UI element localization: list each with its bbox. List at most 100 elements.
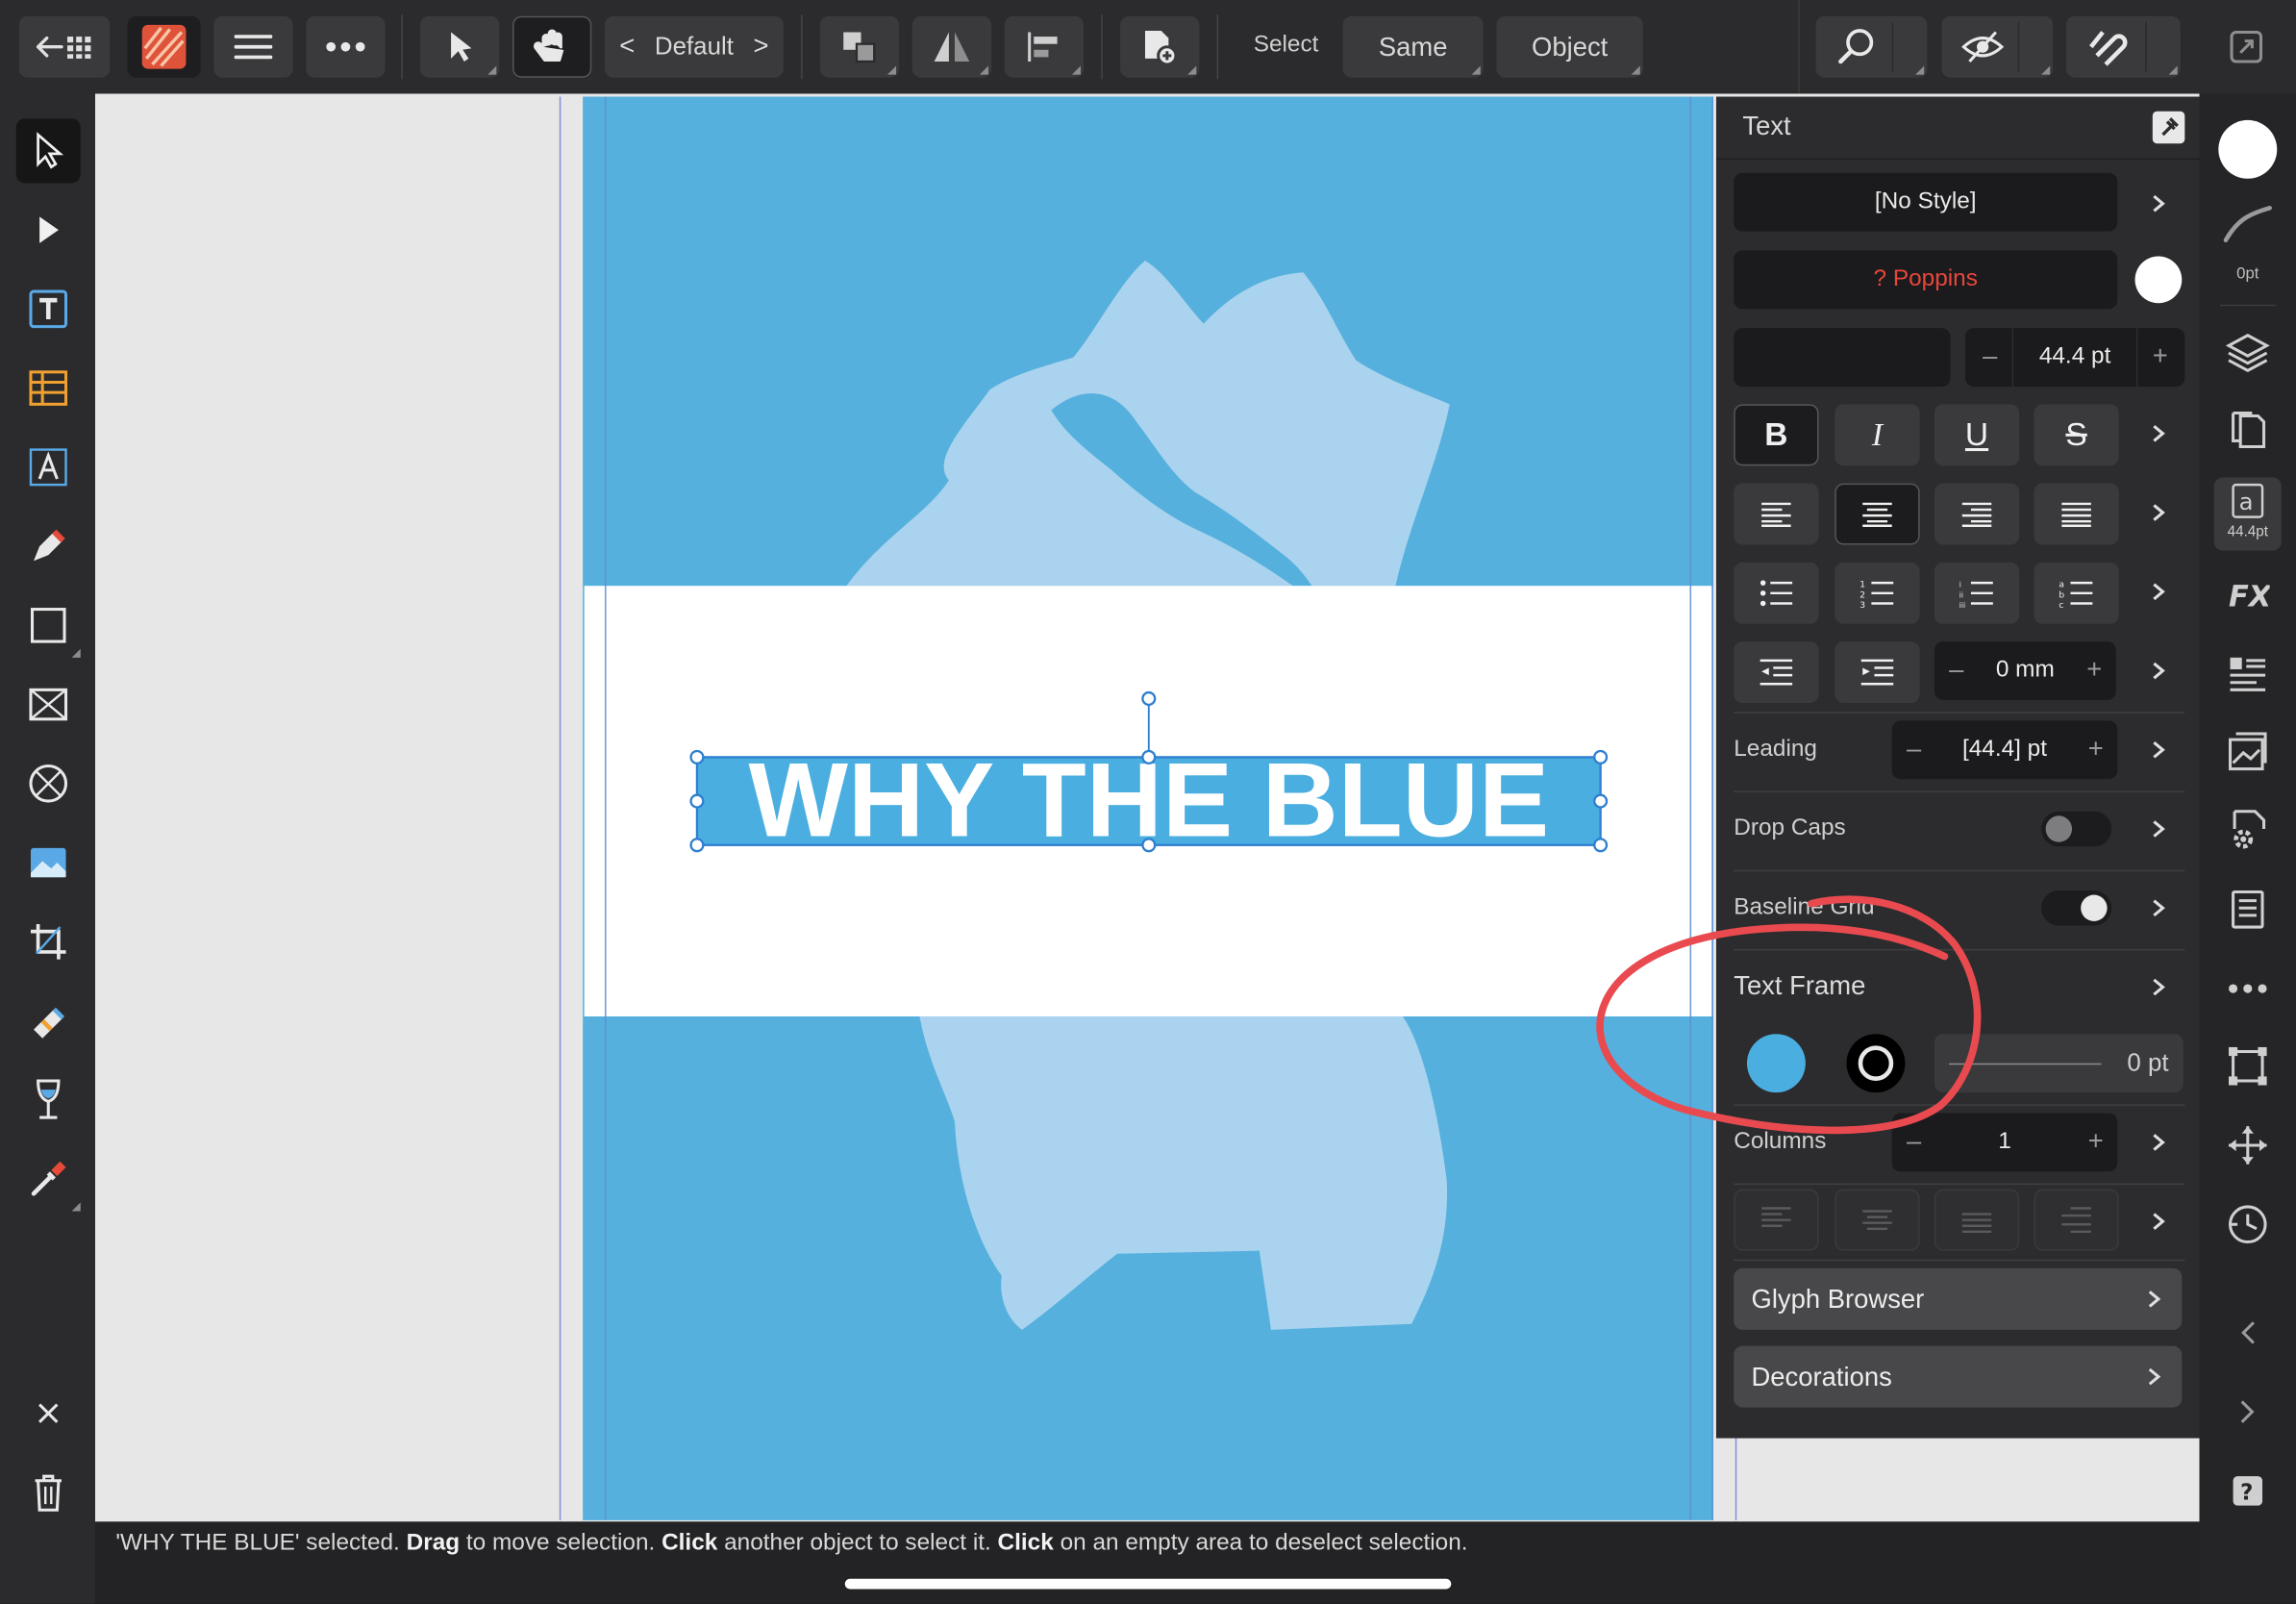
- font-family-field[interactable]: ? Poppins: [1734, 250, 2118, 310]
- style-chevron-icon[interactable]: [2147, 192, 2170, 215]
- stroke-panel-button[interactable]: [2223, 199, 2273, 249]
- fill-color-swatch[interactable]: [2218, 119, 2278, 179]
- document-mode-selector[interactable]: < Default >: [604, 15, 784, 78]
- publisher-persona-button[interactable]: [127, 15, 201, 78]
- decrease-indent-button[interactable]: [1734, 641, 1819, 704]
- select-object-button[interactable]: Object: [1496, 15, 1643, 78]
- align-left-button[interactable]: [1734, 483, 1819, 545]
- paragraph-panel-button[interactable]: [2223, 649, 2273, 699]
- transform-panel-button[interactable]: [2223, 1041, 2273, 1091]
- text-frame-chevron-icon[interactable]: [2147, 975, 2170, 998]
- arrange-button[interactable]: [819, 15, 900, 78]
- frame-stroke-swatch[interactable]: [1846, 1034, 1906, 1093]
- transparency-tool[interactable]: [16, 989, 81, 1053]
- vertical-align-chevron-icon[interactable]: [2147, 1210, 2170, 1233]
- help-button[interactable]: ?: [2223, 1466, 2273, 1516]
- view-mode-button[interactable]: [1941, 15, 2054, 78]
- frame-fill-swatch[interactable]: [1746, 1034, 1806, 1093]
- chevron-right-icon[interactable]: >: [754, 31, 769, 62]
- strikethrough-button[interactable]: S: [2034, 404, 2119, 466]
- more-panels-button[interactable]: [2223, 964, 2273, 1014]
- collapse-right-button[interactable]: [2223, 1387, 2273, 1437]
- paragraph-style-field[interactable]: [No Style]: [1734, 172, 2118, 232]
- pages-panel-button[interactable]: [2223, 406, 2273, 456]
- increase-indent-button[interactable]: [1834, 641, 1920, 704]
- zoom-view-button[interactable]: [1815, 15, 1928, 78]
- increase-indent-value-icon[interactable]: +: [2086, 655, 2102, 686]
- increase-icon[interactable]: +: [2153, 341, 2168, 372]
- glyph-browser-button[interactable]: Glyph Browser: [1734, 1267, 2183, 1330]
- baseline-grid-toggle[interactable]: [2041, 890, 2112, 926]
- drop-caps-chevron-icon[interactable]: [2147, 817, 2170, 840]
- character-panel-button[interactable]: a 44.4pt: [2213, 477, 2282, 551]
- align-button[interactable]: [1004, 15, 1085, 78]
- vertical-justify-button[interactable]: [2034, 1189, 2119, 1251]
- columns-stepper[interactable]: – 1 +: [1891, 1113, 2118, 1172]
- italic-button[interactable]: I: [1834, 404, 1920, 466]
- more-options-button[interactable]: [306, 15, 386, 78]
- fill-tool[interactable]: [16, 1067, 81, 1132]
- picture-frame-tool[interactable]: [16, 672, 81, 737]
- place-image-tool[interactable]: [16, 831, 81, 895]
- move-tool-mode-button[interactable]: [420, 15, 500, 78]
- text-color-swatch[interactable]: [2134, 256, 2183, 304]
- vertical-align-top-button[interactable]: [1734, 1189, 1819, 1251]
- chevron-left-icon[interactable]: <: [619, 31, 635, 62]
- leading-stepper[interactable]: – [44.4] pt +: [1891, 720, 2118, 780]
- history-panel-button[interactable]: [2223, 1199, 2273, 1249]
- snapping-button[interactable]: [2065, 15, 2181, 78]
- color-picker-tool[interactable]: [16, 1147, 81, 1212]
- layers-panel-button[interactable]: [2223, 327, 2273, 377]
- navigator-panel-button[interactable]: [2223, 1120, 2273, 1170]
- indent-more-chevron-icon[interactable]: [2147, 659, 2170, 682]
- baseline-grid-chevron-icon[interactable]: [2147, 896, 2170, 919]
- increase-leading-icon[interactable]: +: [2088, 734, 2104, 764]
- bullet-list-button[interactable]: [1734, 562, 1819, 624]
- alignment-more-chevron-icon[interactable]: [2147, 501, 2170, 524]
- decrease-leading-icon[interactable]: –: [1907, 734, 1921, 764]
- effects-panel-button[interactable]: FX: [2223, 569, 2273, 619]
- decrease-icon[interactable]: –: [1983, 341, 1997, 372]
- ellipse-frame-tool[interactable]: [16, 751, 81, 815]
- table-tool[interactable]: [16, 356, 81, 420]
- vertical-align-bottom-button[interactable]: [1934, 1189, 2020, 1251]
- align-right-button[interactable]: [1934, 483, 2020, 545]
- letter-list-button[interactable]: abc: [2034, 562, 2119, 624]
- align-center-button[interactable]: [1834, 483, 1920, 545]
- crop-tool[interactable]: [16, 910, 81, 974]
- pin-panel-icon[interactable]: [2152, 111, 2185, 144]
- vertical-align-center-button[interactable]: [1834, 1189, 1920, 1251]
- decorations-button[interactable]: Decorations: [1734, 1345, 2183, 1408]
- frame-stroke-width-slider[interactable]: 0 pt: [1934, 1034, 2184, 1093]
- bold-button[interactable]: B: [1734, 404, 1819, 466]
- frame-text-tool[interactable]: [16, 277, 81, 341]
- increase-columns-icon[interactable]: +: [2088, 1126, 2104, 1157]
- node-tool[interactable]: [16, 198, 81, 263]
- rectangle-tool[interactable]: [16, 593, 81, 658]
- fullscreen-icon[interactable]: [2229, 29, 2264, 71]
- select-same-button[interactable]: Same: [1342, 15, 1484, 78]
- drop-caps-toggle[interactable]: [2041, 811, 2112, 847]
- insert-button[interactable]: [1120, 15, 1200, 78]
- leading-more-chevron-icon[interactable]: [2147, 739, 2170, 762]
- font-weight-field[interactable]: [1734, 328, 1951, 388]
- underline-button[interactable]: U: [1934, 404, 2020, 466]
- text-styles-panel-button[interactable]: [2223, 885, 2273, 935]
- font-size-stepper[interactable]: – 44.4 pt +: [1964, 328, 2185, 388]
- character-more-chevron-icon[interactable]: [2147, 422, 2170, 445]
- home-indicator[interactable]: [844, 1578, 1452, 1590]
- preflight-settings-button[interactable]: [2223, 806, 2273, 856]
- columns-chevron-icon[interactable]: [2147, 1131, 2170, 1154]
- resource-manager-button[interactable]: [2223, 726, 2273, 776]
- flip-button[interactable]: [911, 15, 992, 78]
- decrease-indent-value-icon[interactable]: –: [1949, 655, 1963, 686]
- indent-stepper[interactable]: – 0 mm +: [1934, 641, 2116, 700]
- back-to-documents-button[interactable]: [18, 15, 111, 78]
- delete-button[interactable]: [16, 1460, 81, 1524]
- selection-handles[interactable]: [683, 686, 1620, 859]
- justify-button[interactable]: [2034, 483, 2119, 545]
- main-menu-button[interactable]: [213, 15, 293, 78]
- hand-gesture-button[interactable]: [512, 15, 592, 78]
- lists-more-chevron-icon[interactable]: [2147, 580, 2170, 603]
- numbered-list-button[interactable]: 123: [1834, 562, 1920, 624]
